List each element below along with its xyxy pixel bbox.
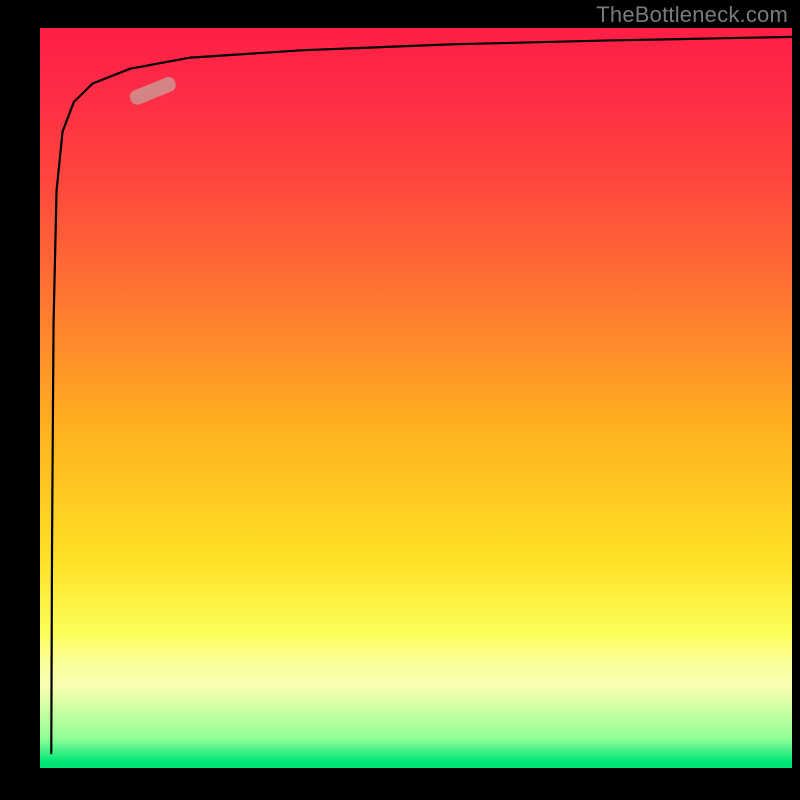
chart-container: TheBottleneck.com xyxy=(0,0,800,800)
curve-layer xyxy=(40,28,792,768)
marker-pill xyxy=(128,75,178,107)
curve-marker xyxy=(128,75,178,107)
plot-area xyxy=(40,28,792,768)
attribution-label: TheBottleneck.com xyxy=(596,2,788,28)
pale-band xyxy=(40,635,792,709)
bottleneck-curve xyxy=(51,37,792,753)
